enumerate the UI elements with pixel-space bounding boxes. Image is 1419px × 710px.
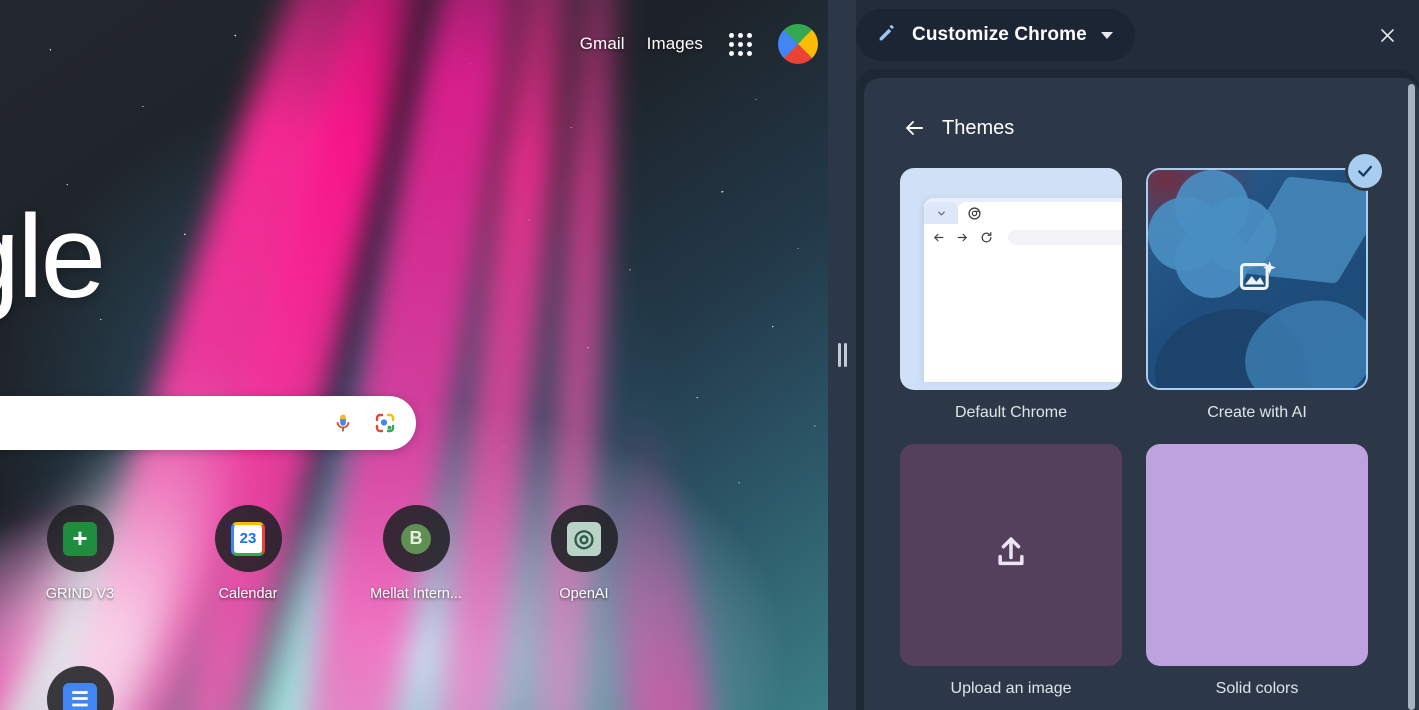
theme-preview (1146, 444, 1368, 666)
shortcut-icon: ☰ (46, 666, 114, 710)
mellat-bank-icon: B (401, 523, 431, 554)
scrollbar-thumb[interactable] (1408, 84, 1415, 710)
shortcut-label: Calendar (218, 586, 278, 602)
new-tab-page: Gmail Images ogle (0, 0, 840, 710)
section-title: Themes (942, 116, 1015, 139)
preview-backdrop (1146, 444, 1368, 666)
search-input[interactable] (0, 396, 416, 450)
theme-preview (1146, 168, 1368, 390)
panel-scrollbar[interactable] (1408, 84, 1415, 710)
shortcut-mellat-international[interactable]: B Mellat Intern... (344, 505, 488, 602)
apps-grid-icon[interactable] (725, 29, 756, 60)
theme-thumbnail (900, 444, 1122, 666)
customize-chrome-button[interactable]: Customize Chrome (856, 9, 1135, 61)
images-link[interactable]: Images (647, 34, 703, 54)
shortcut-openai[interactable]: ◎ OpenAI (512, 505, 656, 602)
shortcut-icon: ◎ (550, 505, 618, 572)
upload-icon (991, 533, 1031, 578)
google-lens-icon[interactable] (372, 410, 398, 436)
selected-check-badge (1348, 154, 1382, 188)
shortcut-icon: B (382, 505, 450, 572)
theme-thumbnail (1146, 444, 1368, 666)
ntp-top-bar: Gmail Images (580, 24, 818, 64)
shortcut-icon: + (46, 505, 114, 572)
theme-preview (900, 444, 1122, 666)
mini-tab-search (924, 202, 958, 224)
theme-label: Default Chrome (954, 404, 1068, 421)
shortcut-calendar[interactable]: 23 Calendar (176, 505, 320, 602)
theme-label: Create with AI (1207, 404, 1307, 421)
theme-thumbnail (1146, 154, 1382, 390)
themes-grid: Default Chrome Create with AI Upload an … (864, 140, 1419, 698)
shortcut-grind-v3[interactable]: + GRIND V3 (8, 505, 152, 602)
shortcut-label: GRIND V3 (45, 586, 115, 602)
image-sparkle-icon (1236, 256, 1278, 303)
theme-default-chrome[interactable]: Default Chrome (900, 168, 1122, 422)
mini-tab-active (958, 202, 1122, 224)
panel-title: Customize Chrome (912, 24, 1087, 45)
chrome-logo-icon (968, 206, 981, 220)
back-arrow-icon (934, 233, 944, 241)
shortcut-row: + GRIND V3 23 Calendar B Mellat Intern..… (8, 505, 656, 602)
chevron-down-icon (937, 211, 945, 215)
reload-icon (981, 231, 992, 242)
mini-address-bar (1008, 229, 1122, 245)
mini-browser-window (924, 198, 1122, 382)
openai-icon: ◎ (567, 521, 601, 556)
google-logo: ogle (0, 191, 106, 323)
shortcut-row-2: ☰ (8, 666, 152, 710)
back-arrow-icon[interactable] (902, 116, 926, 140)
theme-label: Solid colors (1215, 680, 1299, 697)
mini-nav-bar (924, 224, 1122, 250)
shortcut-icon: 23 (214, 505, 282, 572)
chevron-down-icon[interactable] (1100, 31, 1113, 39)
close-icon (1380, 28, 1394, 42)
check-icon (1358, 165, 1372, 177)
grind-v3-icon: + (63, 521, 97, 556)
shortcut-partial[interactable]: ☰ (8, 666, 152, 710)
screen: Gmail Images ogle (0, 0, 1419, 710)
themes-section: Themes Default Chrome Create with AI Upl… (864, 78, 1419, 710)
customize-chrome-panel: Customize Chrome Themes Default Chrome C… (856, 0, 1419, 710)
theme-upload-an-image[interactable]: Upload an image (900, 444, 1122, 698)
forms-icon: ☰ (63, 682, 97, 710)
themes-header: Themes (864, 78, 1419, 140)
theme-create-with-ai[interactable]: Create with AI (1146, 154, 1382, 422)
profile-avatar[interactable] (778, 24, 818, 64)
resize-grip-icon (837, 343, 847, 367)
panel-body: Themes Default Chrome Create with AI Upl… (856, 70, 1419, 710)
shortcut-label: OpenAI (559, 586, 609, 602)
calendar-icon: 23 (231, 521, 265, 556)
close-button[interactable] (1369, 17, 1405, 53)
theme-solid-colors[interactable]: Solid colors (1146, 444, 1368, 698)
panel-resize-handle[interactable] (828, 0, 856, 710)
theme-preview (900, 168, 1122, 390)
theme-label: Upload an image (950, 680, 1072, 697)
pencil-icon (876, 22, 898, 49)
theme-thumbnail (900, 168, 1122, 390)
microphone-icon[interactable] (330, 410, 356, 436)
forward-arrow-icon (957, 233, 967, 241)
wallpaper-aurora (0, 0, 840, 710)
gmail-link[interactable]: Gmail (580, 34, 625, 54)
shortcut-label: Mellat Intern... (370, 586, 462, 602)
mini-tab-strip (924, 198, 1122, 224)
panel-header: Customize Chrome (856, 0, 1419, 70)
